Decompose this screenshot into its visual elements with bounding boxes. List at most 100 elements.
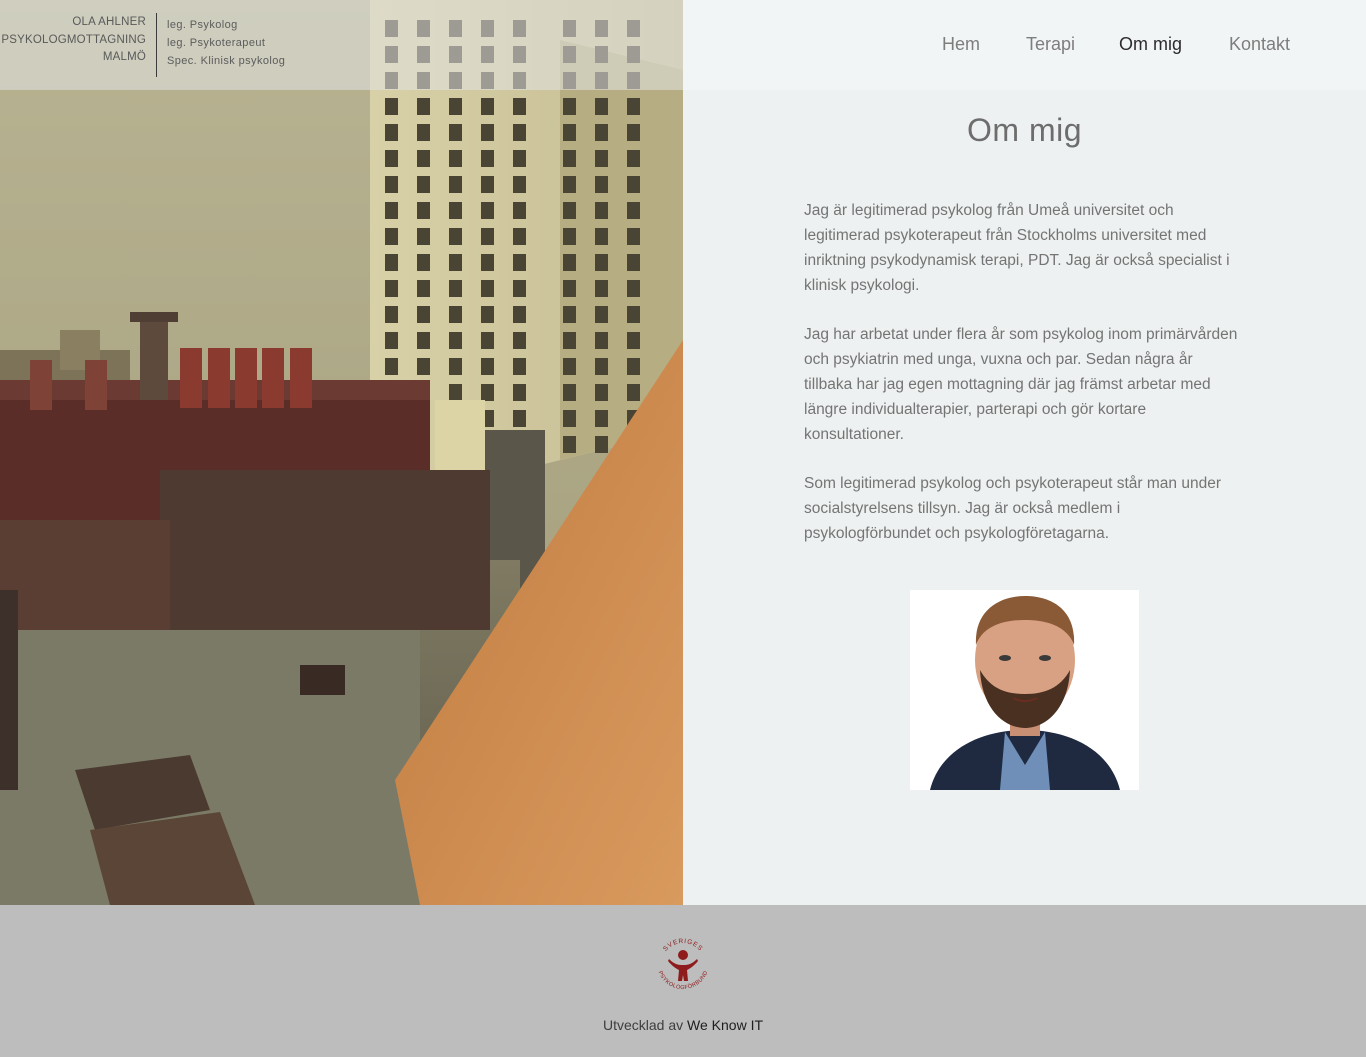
painting-window [563, 332, 576, 349]
painting-window [595, 332, 608, 349]
painting-window [595, 176, 608, 193]
painting-window [627, 358, 640, 375]
main-nav: Hem Terapi Om mig Kontakt [0, 34, 1366, 58]
painting-window [417, 98, 430, 115]
painting-window [627, 176, 640, 193]
painting-window [417, 358, 430, 375]
painting-window [385, 254, 398, 271]
painting-window [563, 358, 576, 375]
painting-window [627, 332, 640, 349]
painting-window [627, 306, 640, 323]
painting-window [563, 410, 576, 427]
painting-window [563, 202, 576, 219]
painting-window [385, 150, 398, 167]
nav-item-kontakt[interactable]: Kontakt [1229, 34, 1290, 55]
painting-window [627, 280, 640, 297]
psykologforbund-badge[interactable]: SVERIGES PSYKOLOGFÖRBUND [651, 933, 715, 997]
painting-window [417, 150, 430, 167]
painting-window [563, 124, 576, 141]
painting-window [449, 228, 462, 245]
painting-window [385, 306, 398, 323]
painting-window [385, 358, 398, 375]
painting-window [513, 410, 526, 427]
painting-window [385, 124, 398, 141]
painting-window [627, 254, 640, 271]
painting-window [513, 98, 526, 115]
painting-window [513, 176, 526, 193]
painting-window [481, 176, 494, 193]
painting-window [513, 202, 526, 219]
credit-link[interactable]: We Know IT [687, 1017, 763, 1033]
painting-window [385, 228, 398, 245]
nav-item-om-mig[interactable]: Om mig [1119, 34, 1182, 55]
painting-window [449, 358, 462, 375]
painting-window [385, 98, 398, 115]
about-text: Jag är legitimerad psykolog från Umeå un… [804, 198, 1244, 570]
about-paragraph: Jag är legitimerad psykolog från Umeå un… [804, 202, 1230, 294]
psykologforbund-logo-icon: SVERIGES PSYKOLOGFÖRBUND [657, 938, 709, 991]
painting-window [563, 254, 576, 271]
footer: SVERIGES PSYKOLOGFÖRBUND Utvecklad av We… [0, 905, 1366, 1057]
credit-prefix: Utvecklad av [602, 1017, 684, 1033]
painting-window [481, 254, 494, 271]
about-paragraph: Jag har arbetat under flera år som psyko… [804, 326, 1238, 443]
nav-item-terapi[interactable]: Terapi [1026, 34, 1075, 55]
painting-window [513, 306, 526, 323]
about-paragraph: Som legitimerad psykolog och psykoterape… [804, 475, 1221, 542]
painting-window [595, 436, 608, 453]
painting-window [481, 124, 494, 141]
painting-window [481, 358, 494, 375]
painting-window [563, 384, 576, 401]
nav-item-hem[interactable]: Hem [942, 34, 980, 55]
painting-window [481, 98, 494, 115]
painting-window [513, 280, 526, 297]
painting-window [595, 358, 608, 375]
painting-window [481, 384, 494, 401]
painting-window [563, 228, 576, 245]
painting-window [417, 124, 430, 141]
painting-window [481, 306, 494, 323]
painting-window [449, 332, 462, 349]
painting-window [449, 280, 462, 297]
painting-window [513, 228, 526, 245]
painting-window [627, 228, 640, 245]
painting-window [627, 202, 640, 219]
painting-window [417, 306, 430, 323]
painting-window [627, 384, 640, 401]
painting-window [385, 176, 398, 193]
painting-window [513, 124, 526, 141]
painting-window [513, 254, 526, 271]
painting-window [449, 98, 462, 115]
painting-window [595, 254, 608, 271]
painting-window [481, 280, 494, 297]
page-title: Om mig [967, 112, 1082, 148]
painting-window [595, 150, 608, 167]
painting-window [513, 332, 526, 349]
painting-window [449, 124, 462, 141]
painting-window [563, 436, 576, 453]
portrait-image [910, 590, 1139, 790]
painting-window [417, 280, 430, 297]
painting-window [449, 306, 462, 323]
painting-window [513, 150, 526, 167]
hero-painting [0, 0, 683, 905]
painting-window [595, 384, 608, 401]
painting-window [595, 280, 608, 297]
painting-window [627, 124, 640, 141]
painting-window [595, 410, 608, 427]
painting-window [449, 176, 462, 193]
painting-window [417, 332, 430, 349]
painting-window [481, 228, 494, 245]
painting-window [449, 150, 462, 167]
painting-window [481, 332, 494, 349]
painting-window [563, 280, 576, 297]
painting-window [417, 254, 430, 271]
painting-window [595, 306, 608, 323]
painting-window [513, 384, 526, 401]
painting-window [595, 202, 608, 219]
painting-window [385, 202, 398, 219]
painting-window [627, 150, 640, 167]
painting-window [481, 150, 494, 167]
cityscape-painting-image [0, 0, 683, 905]
painting-window [595, 124, 608, 141]
